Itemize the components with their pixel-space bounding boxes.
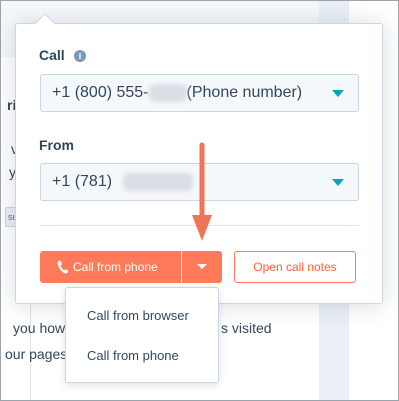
- open-call-notes-button[interactable]: Open call notes: [234, 251, 356, 283]
- background-text: s visited: [221, 320, 272, 336]
- info-icon[interactable]: i: [74, 50, 86, 62]
- redacted-digits: [122, 172, 193, 191]
- call-to-value-suffix: (Phone number): [186, 84, 303, 101]
- call-label: Call: [39, 47, 65, 63]
- menu-item-call-from-browser[interactable]: Call from browser: [66, 296, 218, 336]
- background-text: you how: [13, 320, 66, 336]
- redacted-digits: [148, 83, 187, 102]
- background-text: our pages: [5, 346, 68, 362]
- call-from-value: +1 (781): [52, 173, 113, 190]
- menu-item-call-from-phone[interactable]: Call from phone: [66, 336, 218, 376]
- call-to-value-prefix: +1 (800) 555-: [52, 84, 149, 101]
- phone-icon: [57, 260, 69, 274]
- call-method-menu: Call from browser Call from phone: [65, 287, 219, 383]
- call-to-select[interactable]: +1 (800) 555- (Phone number): [40, 74, 359, 112]
- chevron-down-icon: [332, 90, 344, 97]
- call-from-phone-button[interactable]: Call from phone: [40, 251, 181, 283]
- arrow-down-icon: [192, 142, 212, 241]
- call-from-phone-label: Call from phone: [73, 260, 158, 274]
- chevron-down-icon: [332, 179, 344, 186]
- call-method-dropdown-toggle[interactable]: [182, 251, 222, 283]
- caret-down-icon: [197, 264, 207, 269]
- screenshot-frame: ri v y su you how s visited our pages Ca…: [0, 0, 399, 401]
- from-label: From: [39, 137, 74, 153]
